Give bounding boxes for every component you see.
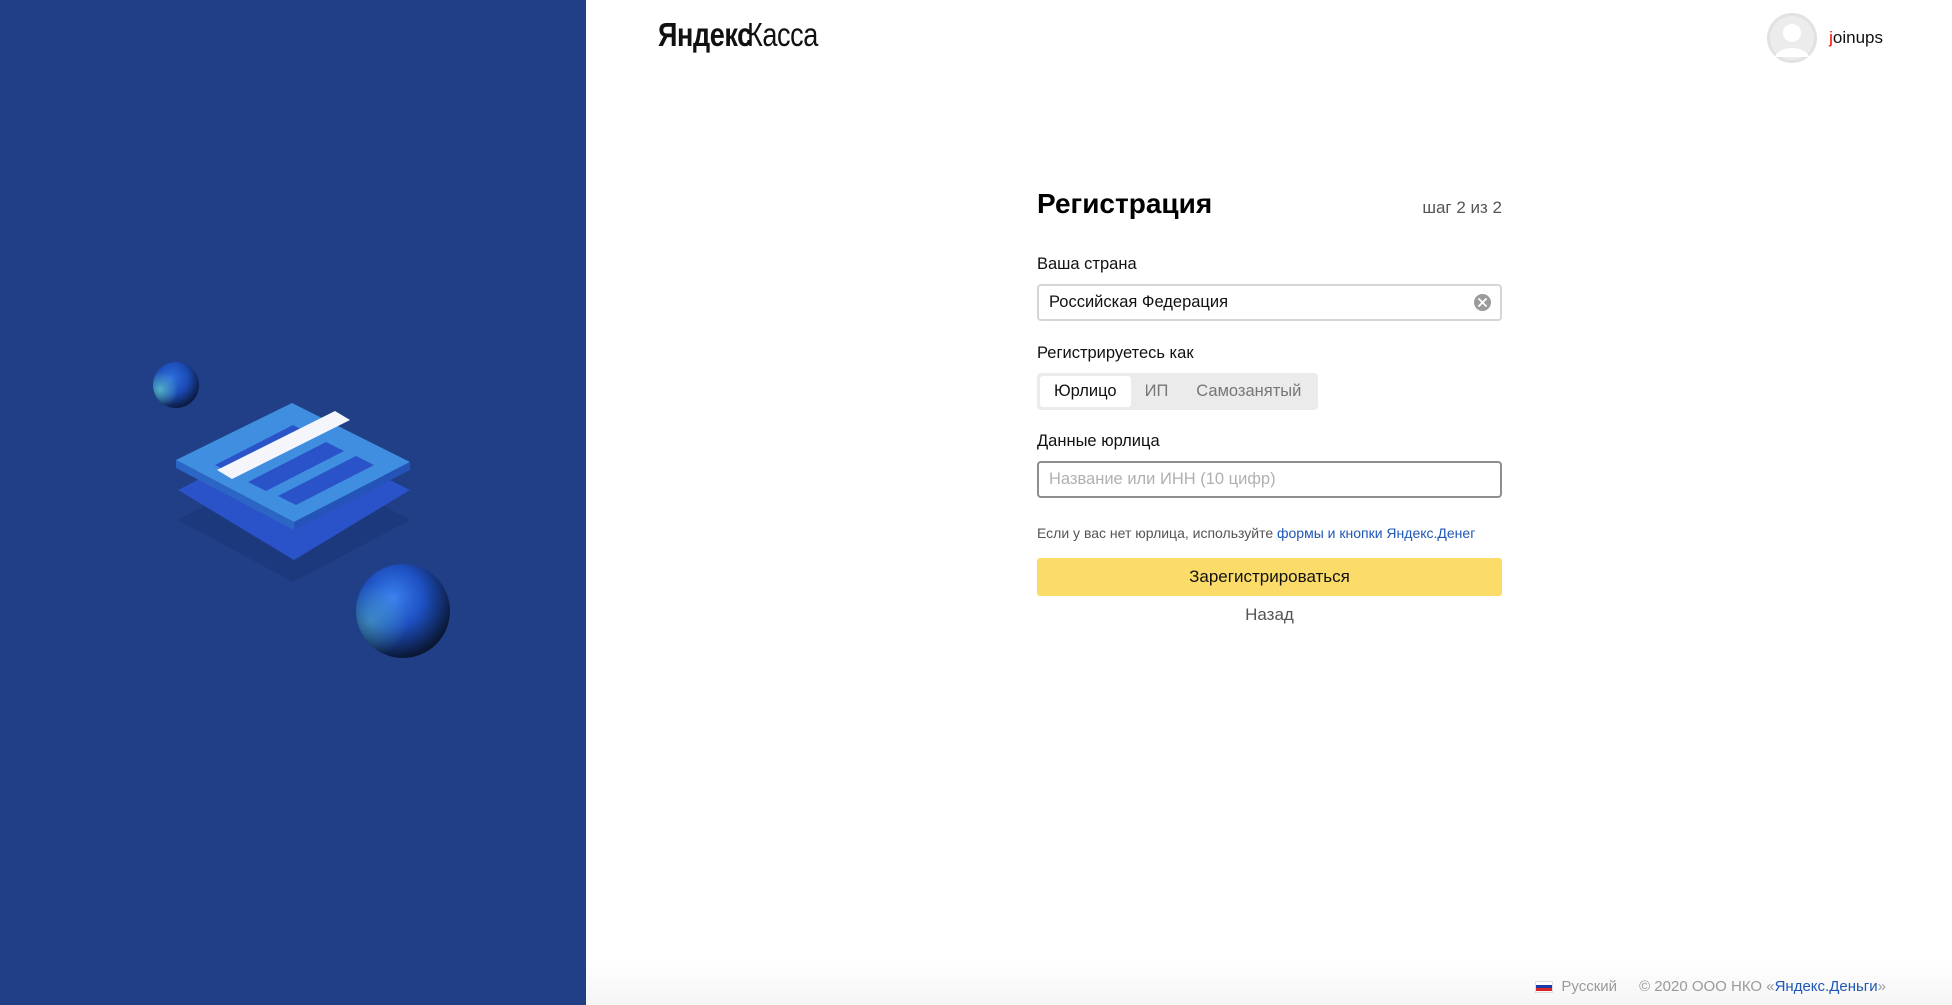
left-illustration-panel (0, 0, 586, 1005)
main-panel: Яндекс Касса joinups Регистрация шаг 2 и… (586, 0, 1952, 1005)
footer: Русский © 2020 ООО НКО «Яндекс.Деньги» (1535, 978, 1886, 995)
yandex-kassa-logo[interactable]: Яндекс Касса (658, 16, 833, 56)
option-legal-entity[interactable]: Юрлицо (1040, 376, 1131, 407)
language-switch[interactable]: Русский (1535, 978, 1617, 995)
copyright-prefix: © 2020 ООО НКО « (1639, 978, 1775, 995)
option-individual-entrepreneur[interactable]: ИП (1131, 376, 1183, 407)
user-menu[interactable]: joinups (1767, 13, 1883, 63)
user-avatar-icon[interactable] (1767, 13, 1818, 63)
logo-yandex-text: Яндекс (658, 16, 752, 53)
country-label: Ваша страна (1037, 255, 1137, 273)
option-self-employed[interactable]: Самозанятый (1182, 376, 1315, 407)
step-indicator: шаг 2 из 2 (1422, 198, 1502, 217)
back-link[interactable]: Назад (1037, 603, 1502, 627)
hint-text: Если у вас нет юрлица, используйте (1037, 525, 1277, 541)
registration-form: Регистрация шаг 2 из 2 Ваша страна Росси… (1037, 188, 1502, 627)
copyright-suffix: » (1877, 978, 1886, 995)
register-as-label: Регистрируетесь как (1037, 344, 1194, 362)
no-entity-hint: Если у вас нет юрлица, используйте формы… (1037, 522, 1502, 544)
clear-circle-icon[interactable] (1474, 294, 1491, 311)
register-as-switch: Юрлицо ИП Самозанятый (1037, 373, 1319, 410)
form-header: Регистрация шаг 2 из 2 (1037, 188, 1502, 236)
user-name-rest: oinups (1832, 28, 1883, 47)
entity-data-label: Данные юрлица (1037, 432, 1160, 450)
logo-kassa-text: Касса (747, 16, 818, 53)
entity-placeholder: Название или ИНН (10 цифр) (1049, 470, 1276, 488)
yandex-money-forms-link[interactable]: формы и кнопки Яндекс.Денег (1277, 525, 1475, 541)
copyright: © 2020 ООО НКО «Яндекс.Деньги» (1639, 978, 1886, 995)
country-value: Российская Федерация (1049, 293, 1229, 311)
russian-flag-icon (1535, 980, 1554, 993)
page-title: Регистрация (1037, 188, 1213, 219)
yandex-money-link[interactable]: Яндекс.Деньги (1775, 978, 1878, 995)
user-name[interactable]: joinups (1829, 28, 1883, 48)
language-label: Русский (1561, 978, 1618, 995)
country-field[interactable]: Российская Федерация (1037, 284, 1502, 321)
registration-illustration (153, 362, 450, 658)
entity-search-input[interactable]: Название или ИНН (10 цифр) (1037, 461, 1502, 498)
register-button[interactable]: Зарегистрироваться (1037, 558, 1502, 596)
